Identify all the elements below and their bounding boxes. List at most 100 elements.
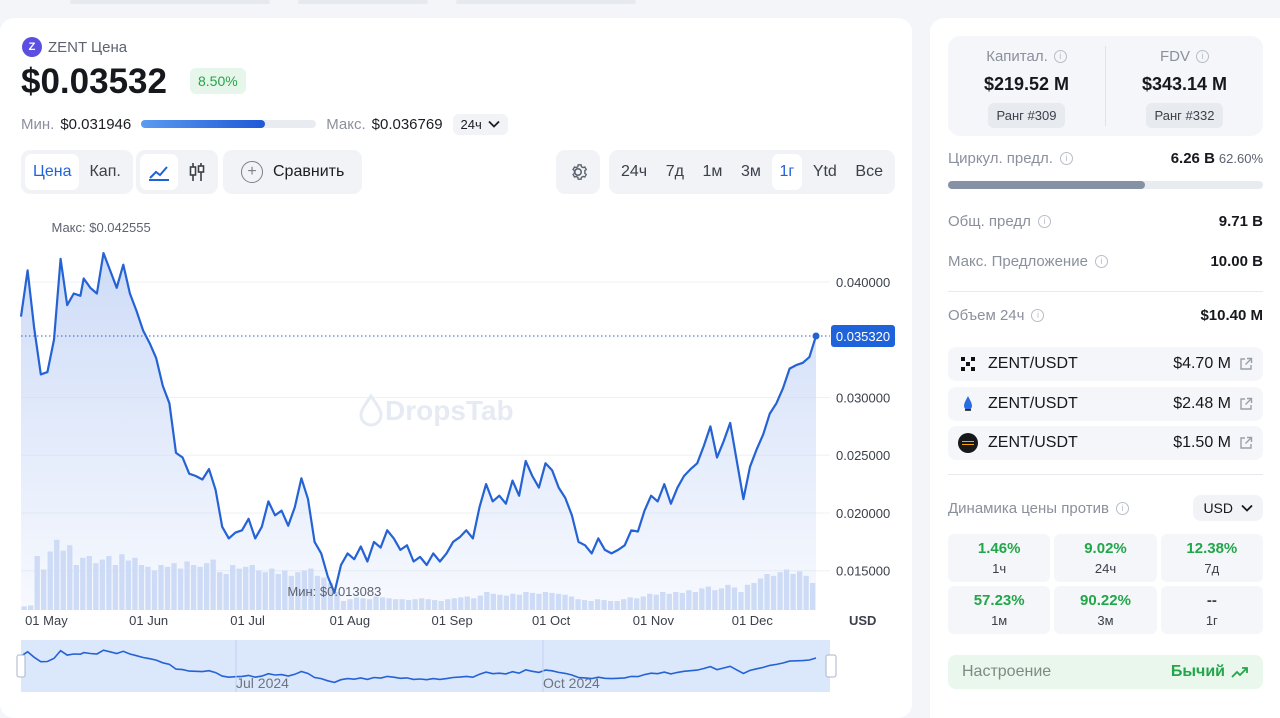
x-tick-label: 01 May xyxy=(25,613,68,628)
settings-wrap xyxy=(556,150,600,194)
fdv-value: $343.14 M xyxy=(1141,74,1228,94)
min-annotation: Мин: $0.013083 xyxy=(287,584,381,599)
line-chart-icon xyxy=(149,166,169,181)
circulating-supply-fill xyxy=(948,181,1146,189)
dynamics-cell: 57.23% 1м xyxy=(948,586,1051,634)
fdv-block: FDV i $343.14 M Ранг #332 xyxy=(1106,36,1263,136)
token-title-row: Z ZENT Цена xyxy=(22,37,127,57)
dynamics-cell: 9.02% 24ч xyxy=(1054,534,1157,582)
pair-volume: $4.70 M xyxy=(1173,355,1231,372)
gear-icon[interactable] xyxy=(567,161,589,183)
x-tick-label: 01 Aug xyxy=(330,613,371,628)
pair-row-bybit[interactable]: ZENT/USDT $1.50 M xyxy=(948,426,1263,460)
compare-button[interactable]: + Сравнить xyxy=(227,161,358,183)
range-max-value: $0.036769 xyxy=(371,115,443,133)
dynamics-pct: 12.38% xyxy=(1186,540,1238,557)
timeframe-tab[interactable]: Все xyxy=(847,154,891,190)
candlestick-chart-button[interactable] xyxy=(180,154,214,190)
external-link-icon[interactable] xyxy=(1239,357,1253,371)
pair-row-okx[interactable]: ZENT/USDT $4.70 M xyxy=(948,347,1263,381)
x-tick-label: 01 Jun xyxy=(129,613,168,628)
volume-24h-value: $10.40 M xyxy=(1200,307,1263,324)
x-tick-label: 01 Oct xyxy=(532,613,571,628)
dynamics-pct: 9.02% xyxy=(1084,540,1127,557)
pair-row-upbit[interactable]: ZENT/USDT $2.48 M xyxy=(948,387,1263,421)
currency-select[interactable]: USD xyxy=(1193,495,1263,521)
current-price: $0.03532 xyxy=(21,62,167,101)
max-supply-value: 10.00 B xyxy=(1210,253,1263,270)
y-tick-label: 0.025000 xyxy=(836,448,890,463)
dynamics-period: 3м xyxy=(1097,613,1114,628)
dynamics-pct: -- xyxy=(1206,592,1217,609)
sentiment-label: Настроение xyxy=(962,663,1052,680)
navigator-label: Jul 2024 xyxy=(236,675,289,691)
info-icon[interactable]: i xyxy=(1053,50,1067,63)
line-chart-button[interactable] xyxy=(140,154,178,190)
info-icon[interactable]: i xyxy=(1196,50,1209,63)
info-icon[interactable]: i xyxy=(1031,309,1045,322)
market-cap-label: Капитал. xyxy=(986,48,1048,65)
current-price-dot xyxy=(812,332,820,340)
price-dynamics-grid: 1.46% 1ч 9.02% 24ч 12.38% 7д 57.23% 1м 90.22% 3м -… xyxy=(948,534,1263,634)
dynamics-cell: 90.22% 3м xyxy=(1054,586,1157,634)
x-tick-label: 01 Nov xyxy=(633,613,675,628)
range-bar-fill xyxy=(141,120,266,128)
trend-up-icon xyxy=(1231,667,1248,678)
volume-24h-row: Объем 24ч i $10.40 M xyxy=(948,307,1263,324)
info-icon[interactable]: i xyxy=(1094,255,1108,268)
y-unit-label: USD xyxy=(849,613,876,628)
external-link-icon[interactable] xyxy=(1239,397,1253,411)
pair-name: ZENT/USDT xyxy=(988,434,1078,451)
navigator-handle-left[interactable] xyxy=(16,654,26,678)
navigator-background xyxy=(21,640,830,692)
timeframe-tab[interactable]: 1г xyxy=(771,154,803,190)
dynamics-period: 7д xyxy=(1204,561,1220,576)
upbit-drop-logo-icon xyxy=(958,394,978,414)
sentiment-row[interactable]: Настроение Бычий xyxy=(948,655,1263,689)
dynamics-pct: 90.22% xyxy=(1080,592,1131,609)
fdv-label: FDV xyxy=(1160,48,1190,65)
dynamics-cell: -- 1г xyxy=(1160,586,1263,634)
divider xyxy=(948,291,1263,292)
watermark-drop-icon xyxy=(359,393,383,427)
sentiment-value: Бычий xyxy=(1170,663,1225,680)
circulating-supply-bar xyxy=(948,181,1263,189)
chevron-down-icon xyxy=(488,120,500,128)
candlestick-icon xyxy=(189,163,205,181)
info-icon[interactable]: i xyxy=(1059,152,1073,165)
range-period-value: 24ч xyxy=(460,116,482,132)
max-supply-row: Макс. Предложение i 10.00 B xyxy=(948,253,1263,270)
price-range-row: Мин. $0.031946 Макс. $0.036769 24ч xyxy=(21,112,508,136)
timeframe-tab[interactable]: 7д xyxy=(658,154,692,190)
info-icon[interactable]: i xyxy=(1037,215,1051,228)
dynamics-label: Динамика цены против xyxy=(948,499,1109,517)
circ-pct: 62.60% xyxy=(1218,151,1263,166)
timeframe-tab[interactable]: 1м xyxy=(695,154,731,190)
external-link-icon[interactable] xyxy=(1239,436,1253,450)
circ-value: 6.26 B xyxy=(1170,150,1215,167)
navigator-handle-right[interactable] xyxy=(825,654,837,678)
total-supply-label: Общ. предл xyxy=(948,213,1031,230)
range-period-select[interactable]: 24ч xyxy=(452,113,508,135)
x-tick-label: 01 Dec xyxy=(732,613,774,628)
tab-price[interactable]: Цена xyxy=(25,154,80,190)
watermark-text: DropsTab xyxy=(385,395,514,426)
tab-market-cap[interactable]: Кап. xyxy=(81,154,128,190)
compare-label: Сравнить xyxy=(273,163,345,180)
market-cap-rank: Ранг #309 xyxy=(987,103,1066,128)
price-chart[interactable]: 0.040000 0.030000 0.025000 0.020000 0.015000… xyxy=(0,210,912,708)
info-icon[interactable]: i xyxy=(1115,501,1129,515)
x-tick-label: 01 Jul xyxy=(230,613,265,628)
timeframe-tab[interactable]: Ytd xyxy=(805,154,845,190)
divider xyxy=(948,474,1263,475)
bybit-logo-icon xyxy=(958,433,978,453)
pair-volume: $1.50 M xyxy=(1173,434,1231,451)
timeframe-tab[interactable]: 3м xyxy=(733,154,769,190)
timeframe-tab[interactable]: 24ч xyxy=(613,154,655,190)
price-change-badge: 8.50% xyxy=(190,68,246,94)
dynamics-period: 1г xyxy=(1205,613,1218,628)
market-cap-value: $219.52 M xyxy=(983,74,1070,94)
compare-wrap: + Сравнить xyxy=(223,150,363,194)
dynamics-pct: 1.46% xyxy=(977,540,1021,557)
pair-volume: $2.48 M xyxy=(1173,395,1231,412)
